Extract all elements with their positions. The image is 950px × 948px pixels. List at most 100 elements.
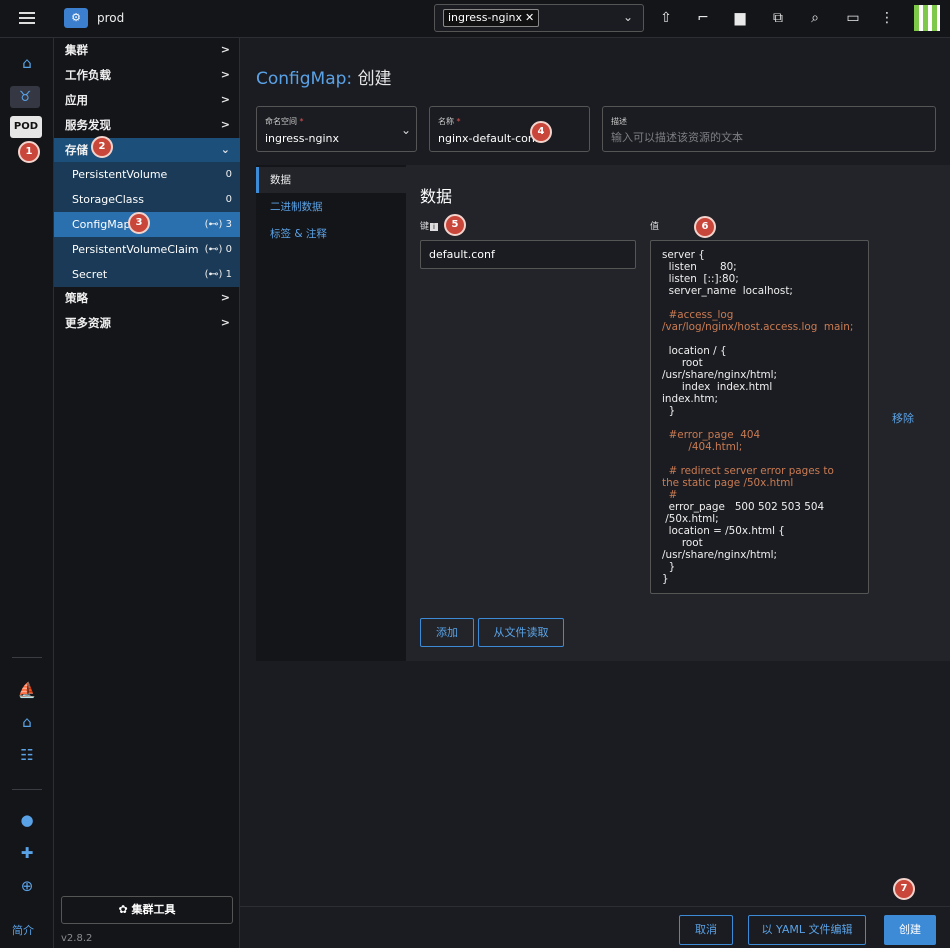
sidebar-item-secret[interactable]: Secret (⊷) 1 (54, 262, 240, 287)
required-marker: * (456, 117, 461, 126)
sidebar-item-storage[interactable]: 存储 ⌄ (54, 138, 240, 162)
globe-icon[interactable]: ⊕ (14, 875, 40, 897)
code-line: server_name localhost; (662, 285, 793, 297)
rail-divider (12, 657, 42, 658)
count-value: 0 (225, 244, 232, 255)
resource-type-link[interactable]: ConfigMap: (256, 69, 352, 89)
tab-data[interactable]: 数据 (256, 167, 406, 193)
tab-binary-data[interactable]: 二进制数据 (256, 194, 406, 220)
step-badge: 2 (91, 136, 113, 158)
key-label: 键i (420, 219, 439, 232)
key-input[interactable]: default.conf (420, 240, 636, 269)
code-line: root (662, 537, 703, 549)
user-avatar[interactable] (914, 5, 940, 31)
code-line: } (662, 561, 676, 573)
description-field[interactable]: 描述 输入可以描述该资源的文本 (602, 106, 936, 152)
cluster-tools-label: 集群工具 (131, 903, 176, 916)
chevron-down-icon: ⌄ (220, 143, 230, 156)
read-from-file-button[interactable]: 从文件读取 (478, 618, 564, 647)
code-line: /404.html; (662, 441, 743, 453)
upload-icon[interactable]: ⇧ (656, 8, 676, 28)
sailboat-icon[interactable]: ⛵ (14, 679, 40, 701)
user-icon[interactable]: ● (14, 809, 40, 831)
bull-icon[interactable]: ♉ (10, 86, 40, 108)
namespace-select[interactable]: 命名空间 * ingress-nginx ⌄ (256, 106, 417, 152)
sidebar-item-label: 工作负载 (65, 68, 111, 82)
step-badge: 4 (530, 121, 552, 143)
sidebar-item-label: StorageClass (72, 193, 144, 206)
rail-divider (12, 789, 42, 790)
chevron-right-icon: > (220, 316, 230, 329)
description-label: 描述 (611, 117, 627, 126)
data-heading: 数据 (420, 187, 453, 206)
cluster-tools-button[interactable]: ✿ 集群工具 (61, 896, 233, 924)
terminal-icon[interactable]: ⌐ (693, 8, 713, 28)
count-badge: 0 (225, 194, 232, 205)
info-icon[interactable]: i (430, 223, 439, 231)
name-field[interactable]: 名称 * nginx-default-conf (429, 106, 590, 152)
footer-bar: 取消 以 YAML 文件编辑 创建 (240, 906, 950, 948)
network-icon[interactable]: ☷ (14, 744, 40, 766)
namespaced-icon: (⊷) (204, 219, 226, 230)
sidebar-item-policy[interactable]: 策略 > (54, 286, 240, 310)
home-gear-icon[interactable]: ⌂ (14, 711, 40, 733)
sidebar-item-cluster[interactable]: 集群 > (54, 38, 240, 62)
sidebar-item-service-discovery[interactable]: 服务发现 > (54, 113, 240, 137)
create-button[interactable]: 创建 (884, 915, 936, 945)
search-icon[interactable]: ⌕ (805, 8, 825, 28)
code-line: # (662, 489, 678, 501)
remove-button[interactable]: 移除 (892, 410, 914, 426)
value-textarea[interactable]: server { listen 80; listen [::]:80; serv… (650, 240, 869, 594)
puzzle-icon[interactable]: ✚ (14, 842, 40, 864)
cancel-button[interactable]: 取消 (679, 915, 733, 945)
namespaced-icon: (⊷) (204, 244, 226, 255)
sidebar-item-apps[interactable]: 应用 > (54, 88, 240, 112)
hamburger-menu-icon[interactable] (19, 12, 35, 24)
top-bar: ⚙ prod ingress-nginx ✕ ⌄ ⇧ ⌐ ▆ ⧉ ⌕ ▭ ⋮ (0, 0, 950, 38)
step-badge: 1 (18, 141, 40, 163)
sidebar-item-storageclass[interactable]: StorageClass 0 (54, 187, 240, 212)
edit-as-yaml-button[interactable]: 以 YAML 文件编辑 (748, 915, 866, 945)
namespace-label: 命名空间 * (265, 116, 304, 127)
data-section: 数据 键i 值 default.conf server { listen 80;… (406, 165, 950, 661)
code-line: error_page 500 502 503 504 (662, 501, 825, 513)
sidebar-item-workloads[interactable]: 工作负载 > (54, 63, 240, 87)
code-line: location = /50x.html { (662, 525, 785, 537)
more-vertical-icon[interactable]: ⋮ (877, 8, 897, 28)
sidebar-item-pvc[interactable]: PersistentVolumeClaim (⊷) 0 (54, 237, 240, 262)
sidebar-item-label: 存储 (65, 143, 88, 157)
file-icon[interactable]: ▆ (730, 8, 750, 28)
namespace-filter-select[interactable]: ingress-nginx ✕ ⌄ (434, 4, 644, 32)
main-content: ConfigMap: 创建 命名空间 * ingress-nginx ⌄ 名称 … (240, 38, 950, 948)
pod-button[interactable]: POD (10, 116, 42, 138)
tab-labels-annotations[interactable]: 标签 & 注释 (256, 221, 406, 247)
cluster-logo-icon: ⚙ (64, 8, 88, 28)
sidebar-item-label: 更多资源 (65, 316, 111, 330)
count-value: 3 (225, 219, 232, 230)
name-value: nginx-default-conf (438, 132, 539, 145)
page-title-action: 创建 (357, 69, 392, 89)
book-icon[interactable]: ▭ (843, 8, 863, 28)
sidebar-item-more-resources[interactable]: 更多资源 > (54, 311, 240, 335)
intro-link[interactable]: 简介 (12, 922, 34, 938)
copy-icon[interactable]: ⧉ (768, 8, 788, 28)
chevron-down-icon[interactable]: ⌄ (623, 10, 633, 24)
sidebar: 集群 > 工作负载 > 应用 > 服务发现 > 存储 ⌄ PersistentVolume… (54, 38, 240, 948)
count-badge: (⊷) 0 (205, 237, 232, 262)
namespace-chip: ingress-nginx ✕ (443, 9, 540, 27)
tab-panel: 数据 二进制数据 标签 & 注释 (256, 165, 406, 661)
add-button[interactable]: 添加 (420, 618, 474, 647)
left-rail: ⌂ ♉ POD ⛵ ⌂ ☷ ● ✚ ⊕ 简介 (0, 38, 54, 948)
code-line: index.htm; (662, 393, 719, 405)
key-label-text: 键 (420, 222, 430, 232)
home-icon[interactable]: ⌂ (14, 52, 40, 74)
step-badge: 5 (444, 214, 466, 236)
sidebar-item-label: 策略 (65, 291, 88, 305)
code-line: listen [::]:80; (662, 273, 739, 285)
sidebar-item-persistentvolume[interactable]: PersistentVolume 0 (54, 162, 240, 187)
code-line: /usr/share/nginx/html; (662, 549, 778, 561)
sidebar-item-label: PersistentVolume (72, 168, 168, 181)
chip-close-icon[interactable]: ✕ (525, 11, 534, 24)
